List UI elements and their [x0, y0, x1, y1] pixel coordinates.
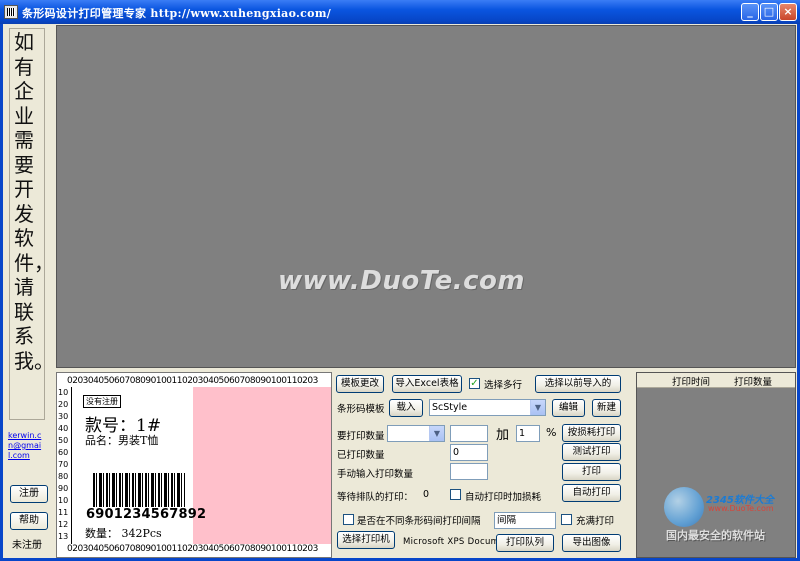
template-change-button[interactable]: 模板更改 [336, 375, 384, 393]
unregistered-tag: 没有注册 [83, 395, 121, 408]
printed-qty-input[interactable]: 0 [450, 444, 488, 461]
load-button[interactable]: 载入 [389, 399, 423, 417]
quantity-text[interactable]: 数量： 342Pcs [85, 525, 162, 541]
ruler-left-tick: 20 [58, 400, 69, 409]
ruler-left-tick: 90 [58, 484, 69, 493]
print-qty-select[interactable]: ▼ [387, 425, 445, 442]
print-button[interactable]: 打印 [562, 463, 621, 481]
title-bar[interactable]: 条形码设计打印管理专家 http://www.xuhengxiao.com/ _… [0, 0, 800, 24]
fill-print-checkbox[interactable] [561, 514, 572, 525]
new-button[interactable]: 新建 [592, 399, 621, 417]
globe-icon [664, 487, 704, 527]
template-select-value: ScStyle [432, 402, 468, 413]
print-queue-button[interactable]: 打印队列 [496, 534, 554, 552]
site-logo: 2345软件大全 www.DuoTe.com 国内最安全的软件站 [664, 487, 794, 542]
ruler-left-tick: 11 [58, 508, 69, 517]
site-watermark: www.DuoTe.com [278, 266, 525, 296]
multi-select-checkbox[interactable]: ✓ [469, 378, 480, 389]
design-canvas[interactable] [56, 25, 796, 368]
select-printer-button[interactable]: 选择打印机 [337, 531, 395, 549]
import-excel-button[interactable]: 导入Excel表格 [392, 375, 462, 393]
ruler-left-tick: 50 [58, 436, 69, 445]
close-button[interactable]: × [779, 3, 797, 21]
ruler-top: 0203040506070809010011020304050607080901… [67, 376, 331, 387]
ruler-bottom: 0203040506070809010011020304050607080901… [67, 544, 331, 555]
ruler-left-tick: 30 [58, 412, 69, 421]
print-history-header: 打印时间 打印数量 [637, 373, 795, 388]
queued-value: 0 [423, 489, 430, 500]
logo-url: www.DuoTe.com [708, 504, 774, 513]
percent-label: % [546, 426, 557, 439]
registration-status: 未注册 [12, 540, 42, 551]
email-link[interactable]: kerwin.cn@gmail.com [8, 431, 44, 461]
template-select[interactable]: ScStyle ▼ [429, 399, 546, 416]
help-button[interactable]: 帮助 [10, 512, 48, 530]
edit-button[interactable]: 编辑 [552, 399, 585, 417]
label-preview[interactable]: 0203040506070809010011020304050607080901… [56, 372, 332, 558]
ruler-left-tick: 10 [58, 496, 69, 505]
barcode-number: 6901234567892 [86, 507, 207, 522]
add-percent-input[interactable]: 1 [516, 425, 540, 442]
interval-input[interactable]: 间隔 [494, 512, 556, 529]
maximize-button[interactable]: □ [760, 3, 778, 21]
barcode-image[interactable] [93, 473, 185, 507]
ruler-left-tick: 60 [58, 448, 69, 457]
printer-name: Microsoft XPS Docum [403, 537, 500, 547]
printed-qty-label: 已打印数量 [337, 450, 385, 461]
minimize-button[interactable]: _ [741, 3, 759, 21]
print-qty-input[interactable] [450, 425, 488, 442]
outside-label-zone [193, 387, 331, 545]
barcode-app-icon [4, 5, 18, 19]
ruler-left-tick: 13 [58, 532, 69, 541]
column-header-print-time[interactable]: 打印时间 [672, 374, 710, 388]
interval-checkbox[interactable] [343, 514, 354, 525]
interval-label: 是否在不同条形码间打印间隔 [357, 516, 481, 527]
print-qty-label: 要打印数量 [337, 431, 385, 442]
manual-qty-input[interactable] [450, 463, 488, 480]
window-title: 条形码设计打印管理专家 http://www.xuhengxiao.com/ [22, 7, 332, 20]
ruler-left-tick: 10 [58, 388, 69, 397]
multi-select-label: 选择多行 [484, 380, 523, 391]
ruler-left-tick: 12 [58, 520, 69, 529]
chevron-down-icon[interactable]: ▼ [530, 400, 545, 415]
manual-qty-label: 手动输入打印数量 [337, 469, 414, 480]
barcode-template-label: 条形码模板 [337, 404, 385, 415]
ruler-left-tick: 70 [58, 460, 69, 469]
register-button[interactable]: 注册 [10, 485, 48, 503]
queued-label: 等待排队的打印： [337, 492, 414, 503]
loss-print-button[interactable]: 按损耗打印 [562, 424, 621, 442]
ruler-left: 10 20 30 40 50 60 70 80 90 10 11 12 13 [58, 387, 72, 545]
select-previous-button[interactable]: 选择以前导入的 [535, 375, 621, 393]
logo-slogan: 国内最安全的软件站 [666, 529, 765, 542]
auto-print-button[interactable]: 自动打印 [562, 484, 621, 502]
fill-print-label: 充满打印 [576, 516, 615, 527]
ruler-left-tick: 80 [58, 472, 69, 481]
chevron-down-icon[interactable]: ▼ [429, 426, 444, 441]
ad-text: 如有企业需要开发软件，请联系我。 [14, 30, 54, 373]
column-header-print-qty[interactable]: 打印数量 [734, 374, 772, 388]
test-print-button[interactable]: 测试打印 [562, 443, 621, 461]
auto-loss-checkbox[interactable] [450, 489, 461, 500]
export-image-button[interactable]: 导出图像 [562, 534, 621, 552]
auto-loss-label: 自动打印时加损耗 [465, 492, 542, 503]
product-name-text[interactable]: 品名：男装T恤 [85, 432, 158, 448]
add-label: 加 [496, 428, 510, 443]
ruler-left-tick: 40 [58, 424, 69, 433]
